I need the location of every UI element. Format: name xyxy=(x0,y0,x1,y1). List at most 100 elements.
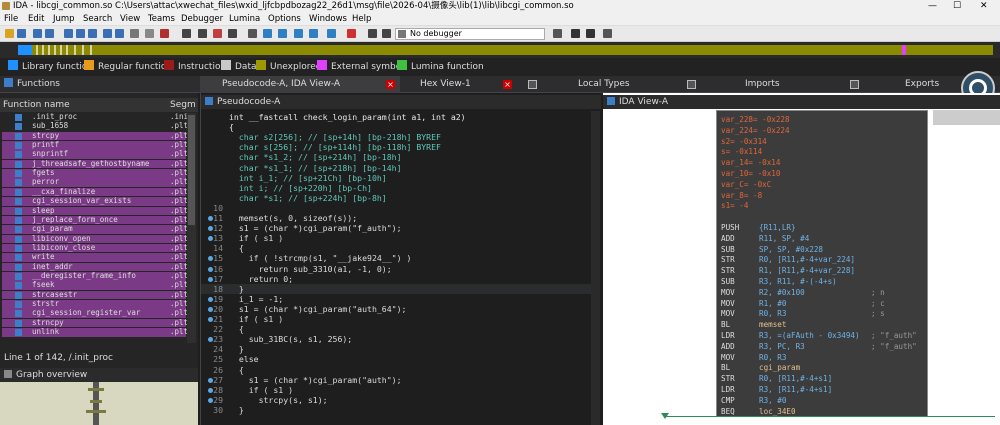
struct-icon[interactable] xyxy=(248,29,257,38)
forward-icon[interactable] xyxy=(45,29,54,38)
function-row[interactable]: cgi_session_register_var .plt xyxy=(2,309,188,318)
data-icon[interactable] xyxy=(160,29,169,38)
function-row[interactable]: j_replace_form_once .plt xyxy=(2,215,188,225)
asm-line[interactable]: BL memset xyxy=(721,320,927,330)
asm-line[interactable]: var_C= -0xC xyxy=(721,180,927,190)
column-function-name[interactable]: Function name xyxy=(3,98,70,112)
code-line[interactable]: 18 } xyxy=(201,283,591,294)
function-row[interactable]: libiconv_open .plt xyxy=(2,234,188,244)
navigation-band[interactable] xyxy=(0,42,1000,58)
tab-hex-view[interactable]: Hex View-1 xyxy=(410,76,505,93)
code-line[interactable]: char s2[256]; // [sp+14h] [bp-218h] BYRE… xyxy=(201,132,591,142)
goto-icon[interactable] xyxy=(103,29,112,38)
function-row[interactable]: .init_proc .init xyxy=(2,112,193,122)
extra-icon[interactable] xyxy=(603,29,612,38)
menu-teams[interactable]: Teams xyxy=(148,12,175,26)
asm-line[interactable]: MOV R1, #0 ; c xyxy=(721,299,927,309)
code-line[interactable]: { xyxy=(201,122,591,132)
asm-line[interactable]: var_14= -0x14 xyxy=(721,158,927,168)
code-line[interactable]: 20 s1 = (char *)cgi_param("auth_64"); xyxy=(201,304,591,314)
asm-line[interactable]: var_10= -0x10 xyxy=(721,169,927,179)
asm-line[interactable]: ADD R11, SP, #4 xyxy=(721,234,927,244)
array-icon[interactable] xyxy=(198,29,207,38)
function-row[interactable]: strcpy .plt xyxy=(2,131,188,141)
maximize-button[interactable]: ☐ xyxy=(953,0,961,12)
asm-line[interactable]: LDR R3, [R11,#-4+s1] xyxy=(721,385,927,395)
tab-exports[interactable]: Exports xyxy=(905,76,965,93)
function-row[interactable]: cgi_param .plt xyxy=(2,225,188,234)
graph-icon[interactable] xyxy=(115,29,124,38)
enum-icon[interactable] xyxy=(263,29,272,38)
code-line[interactable]: 28 if ( s1 ) xyxy=(201,385,591,395)
asm-line[interactable]: CMP R3, #0 xyxy=(721,396,927,406)
code-line[interactable]: char s[256]; // [sp+114h] [bp-118h] BYRE… xyxy=(201,142,591,152)
function-row[interactable]: strcasestr .plt xyxy=(2,290,188,300)
segment-icon[interactable] xyxy=(309,29,318,38)
close-tab-hex-icon[interactable]: × xyxy=(503,80,512,89)
asm-line[interactable]: var_228= -0x228 xyxy=(721,115,927,125)
code-line[interactable]: char *s1; // [sp+224h] [bp-8h] xyxy=(201,193,591,203)
imports-restore-icon[interactable] xyxy=(850,80,859,89)
column-segment[interactable]: Segm xyxy=(170,98,196,112)
code-line[interactable]: 23 sub_31BC(s, s1, 256); xyxy=(201,334,591,344)
menu-options[interactable]: Options xyxy=(268,12,301,26)
comment-icon[interactable] xyxy=(294,29,303,38)
function-row[interactable]: write .plt xyxy=(2,253,188,262)
code-line[interactable]: 30 } xyxy=(201,405,591,415)
function-icon[interactable] xyxy=(228,29,237,38)
menu-debugger[interactable]: Debugger xyxy=(181,12,223,26)
graph-overview[interactable] xyxy=(0,382,198,425)
code-line[interactable]: 15 if ( !strcmp(s1, "__jake924__") ) xyxy=(201,253,591,263)
code-line[interactable]: int __fastcall check_login_param(int a1,… xyxy=(201,112,591,122)
function-row[interactable]: __cxa_finalize .plt xyxy=(2,187,188,197)
navigation-bar[interactable] xyxy=(18,45,993,55)
menu-lumina[interactable]: Lumina xyxy=(229,12,260,26)
menu-jump[interactable]: Jump xyxy=(53,12,75,26)
asm-line[interactable]: var_8= -8 xyxy=(721,191,927,201)
asm-line[interactable]: var_224= -0x224 xyxy=(721,126,927,136)
code-line[interactable]: 17 return 0; xyxy=(201,274,591,284)
pause-icon[interactable] xyxy=(382,29,391,38)
menu-file[interactable]: File xyxy=(4,12,18,26)
code-line[interactable]: 14 { xyxy=(201,243,591,253)
asm-line[interactable]: SUB SP, SP, #0x228 xyxy=(721,245,927,255)
menu-windows[interactable]: Windows xyxy=(309,12,347,26)
binary-search-icon[interactable] xyxy=(88,29,97,38)
function-row[interactable]: strncpy .plt xyxy=(2,318,188,328)
run-icon[interactable] xyxy=(368,29,377,38)
compare-icon[interactable] xyxy=(586,29,595,38)
code-line[interactable]: 21 if ( s1 ) xyxy=(201,314,591,324)
asm-line[interactable]: s= -0x114 xyxy=(721,147,927,157)
menu-help[interactable]: Help xyxy=(352,12,371,26)
code-line[interactable]: char *s1_1; // [sp+218h] [bp-14h] xyxy=(201,163,591,173)
save-icon[interactable] xyxy=(17,29,26,38)
function-row[interactable]: sleep .plt xyxy=(2,206,188,216)
tab-pseudocode[interactable]: Pseudocode-A, IDA View-A xyxy=(200,76,400,93)
asm-line[interactable]: STR R0, [R11,#-4+var_224] xyxy=(721,255,927,265)
debugger-dropdown-icon[interactable] xyxy=(553,29,562,38)
function-row[interactable]: sub_1658 .plt xyxy=(2,122,188,131)
graph-node-block[interactable]: var_228= -0x228 var_224= -0x224 s2= -0x314… xyxy=(716,110,928,417)
function-row[interactable]: strstr .plt xyxy=(2,299,188,309)
copy-icon[interactable] xyxy=(571,29,580,38)
asm-line[interactable]: ADD R3, PC, R3 ; "f_auth" xyxy=(721,342,927,352)
hex-view-restore-icon[interactable] xyxy=(528,80,537,89)
function-row[interactable]: perror .plt xyxy=(2,178,188,188)
undefine-icon[interactable] xyxy=(213,29,222,38)
code-line[interactable]: int i_1; // [sp+21Ch] [bp-10h] xyxy=(201,173,591,183)
code-line[interactable]: 24 } xyxy=(201,344,591,354)
open-icon[interactable] xyxy=(5,29,14,38)
code-line[interactable]: 10 xyxy=(201,203,591,213)
asm-line[interactable]: MOV R2, #0x100 ; n xyxy=(721,288,927,298)
code-line[interactable]: int i; // [sp+220h] [bp-Ch] xyxy=(201,183,591,193)
asm-line[interactable]: BL cgi_param xyxy=(721,363,927,373)
asm-line[interactable]: s2= -0x314 xyxy=(721,137,927,147)
string-icon[interactable] xyxy=(182,29,191,38)
asm-line[interactable]: SUB R3, R11, #-(-4+s) xyxy=(721,277,927,287)
patch-icon[interactable] xyxy=(327,29,336,38)
asm-line[interactable]: PUSH {R11,LR} xyxy=(721,223,927,233)
back-icon[interactable] xyxy=(33,29,42,38)
function-row[interactable]: snprintf .plt xyxy=(2,150,188,159)
function-row[interactable]: unlink .plt xyxy=(2,327,188,337)
hex-icon[interactable] xyxy=(130,29,139,38)
